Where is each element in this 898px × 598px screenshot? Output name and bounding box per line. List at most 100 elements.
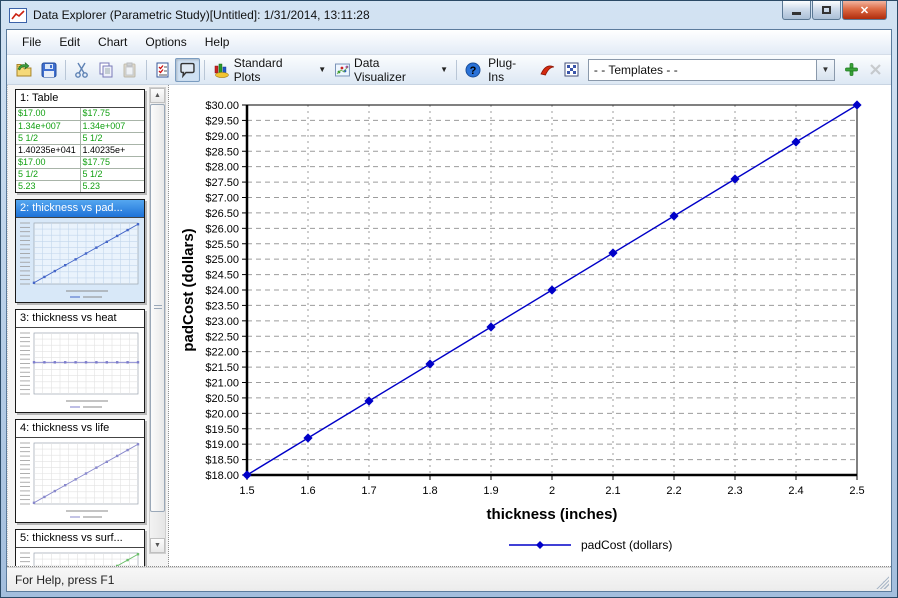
close-button[interactable]: ✕ — [842, 1, 887, 20]
chart-panel: $18.00$18.50$19.00$19.50$20.00$20.50$21.… — [169, 85, 891, 566]
mini-chart — [16, 548, 144, 566]
svg-text:$28.00: $28.00 — [205, 162, 239, 174]
toolbar-separator — [456, 60, 457, 80]
minimize-button[interactable] — [782, 1, 811, 20]
resize-grip[interactable] — [876, 576, 889, 589]
menu-options[interactable]: Options — [136, 31, 195, 53]
copy-button[interactable] — [94, 58, 118, 82]
arrow-up-icon: ▲ — [154, 92, 161, 99]
menu-help[interactable]: Help — [196, 31, 239, 53]
svg-text:$26.00: $26.00 — [205, 223, 239, 235]
svg-text:2: 2 — [549, 485, 555, 497]
svg-text:$20.50: $20.50 — [205, 393, 239, 405]
svg-text:padCost (dollars): padCost (dollars) — [581, 538, 672, 552]
menu-edit[interactable]: Edit — [50, 31, 89, 53]
svg-text:$18.00: $18.00 — [205, 470, 239, 482]
toolbar: Standard Plots ▼ Data Visualizer ▼ ? — [7, 55, 891, 85]
checklist-button[interactable] — [151, 58, 175, 82]
standard-plots-dropdown[interactable]: Standard Plots ▼ — [209, 58, 330, 82]
app-window: Data Explorer (Parametric Study)[Untitle… — [0, 0, 898, 598]
save-button[interactable] — [37, 58, 61, 82]
help-button[interactable]: ? — [461, 58, 485, 82]
open-button[interactable] — [11, 58, 37, 82]
svg-text:thickness (inches): thickness (inches) — [487, 506, 618, 523]
close-icon: ✕ — [860, 4, 869, 17]
menu-file[interactable]: File — [13, 31, 50, 53]
svg-text:$19.50: $19.50 — [205, 424, 239, 436]
svg-text:$26.50: $26.50 — [205, 208, 239, 220]
templates-combobox[interactable]: - - Templates - - ▼ — [588, 59, 835, 81]
svg-text:2.1: 2.1 — [605, 485, 620, 497]
svg-text:1.9: 1.9 — [483, 485, 498, 497]
minimize-icon — [792, 12, 801, 15]
plugins-red-button[interactable] — [535, 58, 560, 82]
thumbnail-title: 5: thickness vs surf... — [16, 530, 144, 548]
svg-text:$29.50: $29.50 — [205, 115, 239, 127]
thumbnail-preview — [16, 328, 144, 412]
paste-button[interactable] — [118, 58, 142, 82]
svg-text:padCost (dollars): padCost (dollars) — [180, 228, 197, 351]
chevron-down-icon: ▼ — [440, 65, 448, 74]
chevron-down-icon: ▼ — [822, 65, 830, 74]
standard-plots-label: Standard Plots — [234, 56, 312, 84]
thumbnail-title: 3: thickness vs heat — [16, 310, 144, 328]
app-icon — [9, 8, 27, 23]
svg-text:1.8: 1.8 — [422, 485, 437, 497]
plugins-grid-button[interactable] — [560, 58, 584, 82]
svg-text:$22.50: $22.50 — [205, 331, 239, 343]
svg-text:$30.00: $30.00 — [205, 100, 239, 112]
title-bar[interactable]: Data Explorer (Parametric Study)[Untitle… — [1, 1, 897, 29]
combobox-dropdown-button[interactable]: ▼ — [816, 60, 834, 80]
plus-icon — [844, 62, 859, 77]
add-template-button[interactable] — [839, 58, 863, 82]
thumbnail-preview — [16, 548, 144, 566]
thumbnail-title: 4: thickness vs life — [16, 420, 144, 438]
thumbnail-title: 2: thickness vs pad... — [16, 200, 144, 218]
toolbar-separator — [204, 60, 205, 80]
toolbar-separator — [146, 60, 147, 80]
thumbnail-5[interactable]: 5: thickness vs surf... — [15, 529, 145, 566]
comment-toggle-button[interactable] — [175, 58, 200, 82]
scrollbar-grip-icon — [154, 305, 162, 311]
scroll-down-button[interactable]: ▼ — [150, 538, 165, 553]
arrow-down-icon: ▼ — [154, 542, 161, 549]
svg-text:$28.50: $28.50 — [205, 146, 239, 158]
thumbnail-2[interactable]: 2: thickness vs pad... — [15, 199, 145, 303]
thumbnail-3[interactable]: 3: thickness vs heat — [15, 309, 145, 413]
maximize-icon — [822, 6, 831, 14]
standard-plots-icon — [213, 62, 231, 78]
svg-text:$24.50: $24.50 — [205, 270, 239, 282]
data-visualizer-dropdown[interactable]: Data Visualizer ▼ — [330, 58, 452, 82]
svg-text:$19.00: $19.00 — [205, 439, 239, 451]
svg-text:1.7: 1.7 — [361, 485, 376, 497]
scroll-up-button[interactable]: ▲ — [150, 88, 165, 103]
mini-table: $17.00$17.751.34e+0071.34e+0075 1/25 1/2… — [16, 108, 144, 192]
maximize-button[interactable] — [812, 1, 841, 20]
thumbnail-sidebar: 1: Table$17.00$17.751.34e+0071.34e+0075 … — [7, 85, 169, 566]
main-chart: $18.00$18.50$19.00$19.50$20.00$20.50$21.… — [169, 85, 891, 567]
menu-chart[interactable]: Chart — [89, 31, 136, 53]
svg-text:$23.50: $23.50 — [205, 300, 239, 312]
speech-bubble-icon — [179, 62, 196, 78]
thumbnail-title: 1: Table — [16, 90, 144, 108]
thumbnail-preview: $17.00$17.751.34e+0071.34e+0075 1/25 1/2… — [16, 108, 144, 192]
sidebar-scrollbar[interactable]: ▲ ▼ — [149, 87, 166, 554]
thumbnail-1[interactable]: 1: Table$17.00$17.751.34e+0071.34e+0075 … — [15, 89, 145, 193]
svg-text:$25.50: $25.50 — [205, 239, 239, 251]
save-icon — [41, 62, 57, 78]
scrollbar-thumb[interactable] — [150, 104, 165, 512]
svg-text:2.3: 2.3 — [727, 485, 742, 497]
thumbnail-list: 1: Table$17.00$17.751.34e+0071.34e+0075 … — [15, 89, 147, 566]
delete-template-button[interactable] — [863, 58, 887, 82]
svg-text:$23.00: $23.00 — [205, 316, 239, 328]
mini-chart — [16, 328, 144, 412]
menu-bar: File Edit Chart Options Help — [7, 30, 891, 55]
thumbnail-preview — [16, 438, 144, 522]
svg-text:2.5: 2.5 — [849, 485, 864, 497]
mini-chart — [16, 438, 144, 522]
thumbnail-4[interactable]: 4: thickness vs life — [15, 419, 145, 523]
thumbnail-preview — [16, 218, 144, 302]
grid-icon — [564, 62, 579, 77]
chevron-down-icon: ▼ — [318, 65, 326, 74]
cut-button[interactable] — [70, 58, 94, 82]
